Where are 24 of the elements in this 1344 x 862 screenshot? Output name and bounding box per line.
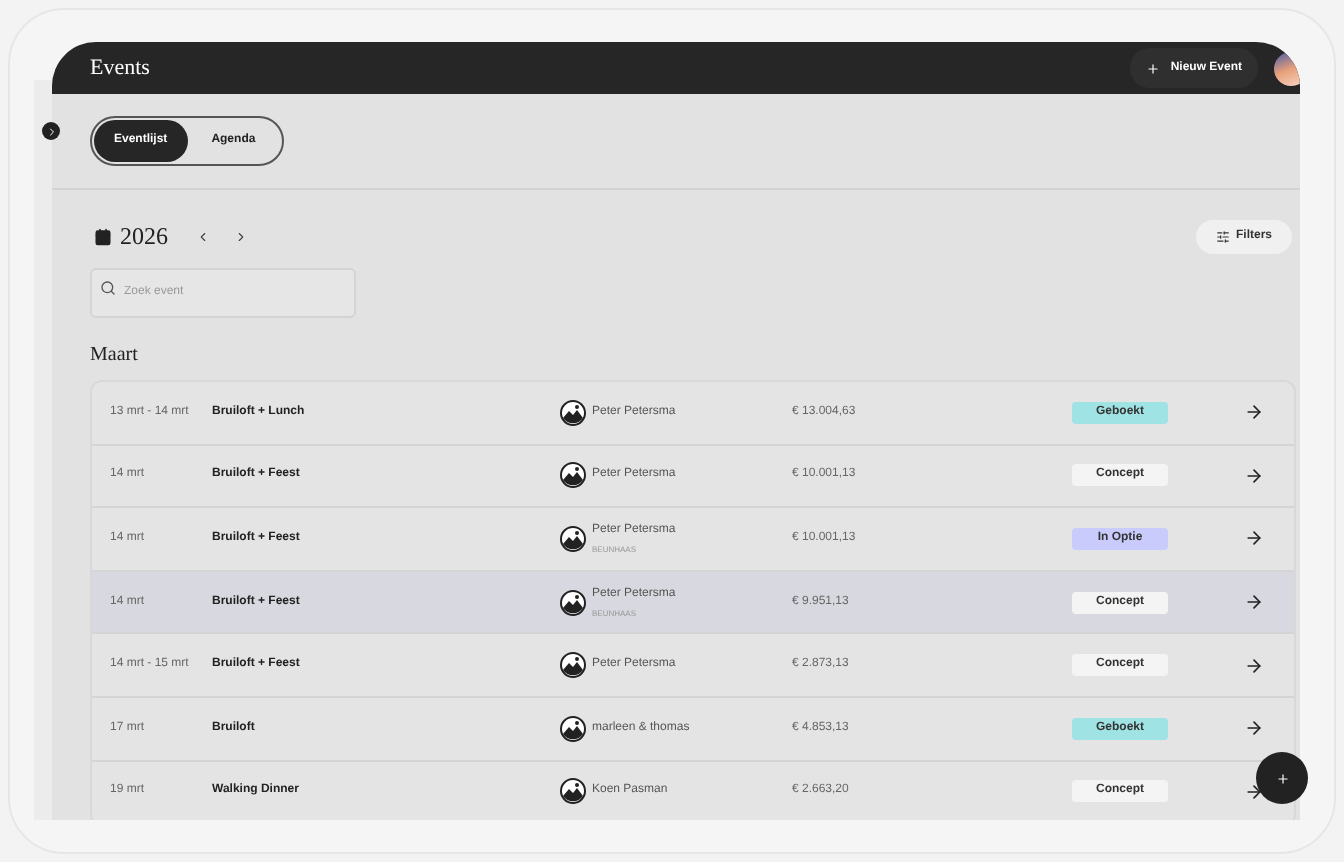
previous-year-button[interactable] (196, 229, 210, 243)
month-heading: Maart (90, 342, 140, 370)
mountain-avatar-icon (560, 399, 586, 426)
arrow-right-icon[interactable] (1244, 718, 1264, 739)
mountain-avatar-icon (560, 715, 586, 742)
next-year-button[interactable] (234, 229, 248, 243)
arrow-right-icon[interactable] (1244, 528, 1264, 549)
arrow-right-icon[interactable] (1244, 655, 1264, 676)
arrow-right-icon[interactable] (1244, 781, 1264, 802)
mountain-avatar-icon (560, 462, 586, 489)
calendar-icon (94, 227, 112, 245)
sliders-icon (1215, 229, 1230, 243)
search-icon (100, 279, 116, 295)
plus-icon (1146, 61, 1161, 75)
plus-icon (1275, 771, 1289, 785)
mountain-avatar-icon (560, 778, 586, 805)
mountain-avatar-icon (560, 589, 586, 616)
arrow-right-icon[interactable] (1244, 592, 1264, 613)
arrow-right-icon[interactable] (1244, 402, 1264, 423)
arrow-right-icon[interactable] (1244, 465, 1264, 486)
mountain-avatar-icon (560, 525, 586, 552)
year-label: 2026 (120, 220, 168, 254)
mountain-avatar-icon (560, 652, 586, 679)
page-title: Events (90, 53, 150, 84)
